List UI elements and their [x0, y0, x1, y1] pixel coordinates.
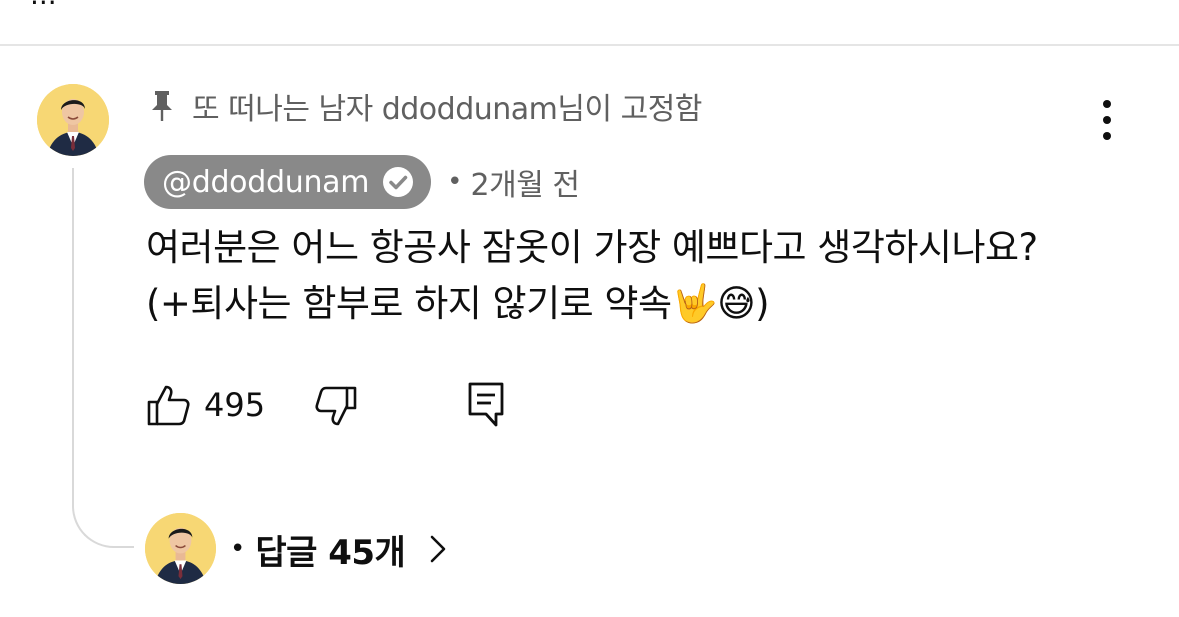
pinned-label: 또 떠나는 남자 ddoddunam님이 고정함 [192, 92, 702, 127]
chevron-right-icon [431, 535, 446, 563]
meta-separator: • [447, 167, 463, 197]
thumbs-down-icon[interactable] [314, 384, 358, 430]
author-handle: @ddoddunam [162, 164, 370, 200]
comment-meta-row: @ddoddunam • 2개월 전 [144, 155, 580, 209]
author-handle-badge[interactable]: @ddoddunam [144, 155, 432, 209]
more-vert-icon[interactable] [1094, 97, 1120, 143]
thumbs-up-icon[interactable] [146, 382, 192, 428]
view-replies-button[interactable]: • 답글 45개 [230, 522, 447, 576]
avatar-portrait-icon [37, 84, 109, 156]
previous-section-fragment: ··· [30, 0, 57, 19]
author-avatar[interactable] [37, 84, 109, 156]
like-count: 495 [204, 386, 266, 424]
reply-author-avatar[interactable] [145, 513, 216, 584]
comment-timestamp: 2개월 전 [470, 168, 580, 203]
reply-comment-icon[interactable] [466, 380, 506, 428]
thread-connector-line [72, 168, 134, 548]
pin-icon [152, 91, 172, 121]
verified-check-icon [383, 167, 414, 197]
avatar-portrait-icon [145, 513, 216, 584]
comment-body: 여러분은 어느 항공사 잠옷이 가장 예쁘다고 생각하시나요?(+퇴사는 함부로… [146, 226, 1038, 325]
replies-count-label: 답글 45개 [255, 532, 406, 573]
pinned-label-row: 또 떠나는 남자 ddoddunam님이 고정함 [148, 86, 702, 127]
replies-dot: • [230, 534, 246, 564]
section-divider [0, 44, 1179, 46]
